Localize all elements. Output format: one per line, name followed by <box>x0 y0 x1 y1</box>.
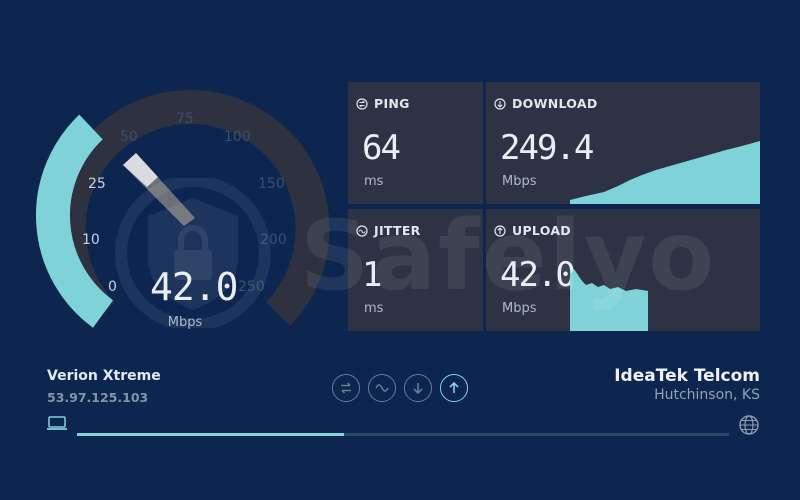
test-progress-fill <box>77 433 345 436</box>
gauge-speed-value: 42.0 <box>150 265 239 309</box>
download-card: DOWNLOAD 249.4 Mbps <box>486 82 760 204</box>
tick-10: 10 <box>82 232 100 248</box>
client-ip-address: 53.97.125.103 <box>47 390 149 405</box>
laptop-icon <box>47 416 67 430</box>
download-step-icon <box>404 374 432 402</box>
globe-icon <box>739 415 759 435</box>
tick-75: 75 <box>176 111 194 127</box>
jitter-icon <box>356 224 368 237</box>
ping-step-icon <box>332 374 360 402</box>
tick-250: 250 <box>238 279 265 295</box>
test-progress-bar <box>77 433 729 436</box>
gauge-speed-unit: Mbps <box>167 315 203 330</box>
upload-step-icon <box>440 374 468 402</box>
upload-card: UPLOAD 42.0 Mbps <box>486 209 760 331</box>
ping-label: PING <box>374 96 410 111</box>
tick-200: 200 <box>260 232 287 248</box>
tick-25: 25 <box>88 176 106 192</box>
download-graph <box>570 141 760 204</box>
upload-graph <box>570 269 648 331</box>
server-name[interactable]: IdeaTek Telcom <box>614 366 760 386</box>
client-isp-name: Verion Xtreme <box>47 368 161 384</box>
tick-150: 150 <box>258 176 285 192</box>
server-location: Hutchinson, KS <box>654 387 760 403</box>
ping-card: PING 64 ms <box>348 82 483 204</box>
ping-value: 64 <box>362 128 401 168</box>
jitter-step-icon <box>368 374 396 402</box>
jitter-value: 1 <box>362 255 383 295</box>
tick-0: 0 <box>108 279 117 295</box>
jitter-header: JITTER <box>356 223 421 238</box>
tick-100: 100 <box>224 129 251 145</box>
jitter-card: JITTER 1 ms <box>348 209 483 331</box>
jitter-unit: ms <box>364 301 384 316</box>
ping-unit: ms <box>364 174 384 189</box>
test-step-indicators <box>332 374 468 402</box>
tick-50: 50 <box>120 129 138 145</box>
jitter-label: JITTER <box>374 223 421 238</box>
ping-header: PING <box>356 96 410 111</box>
ping-icon <box>356 97 368 110</box>
